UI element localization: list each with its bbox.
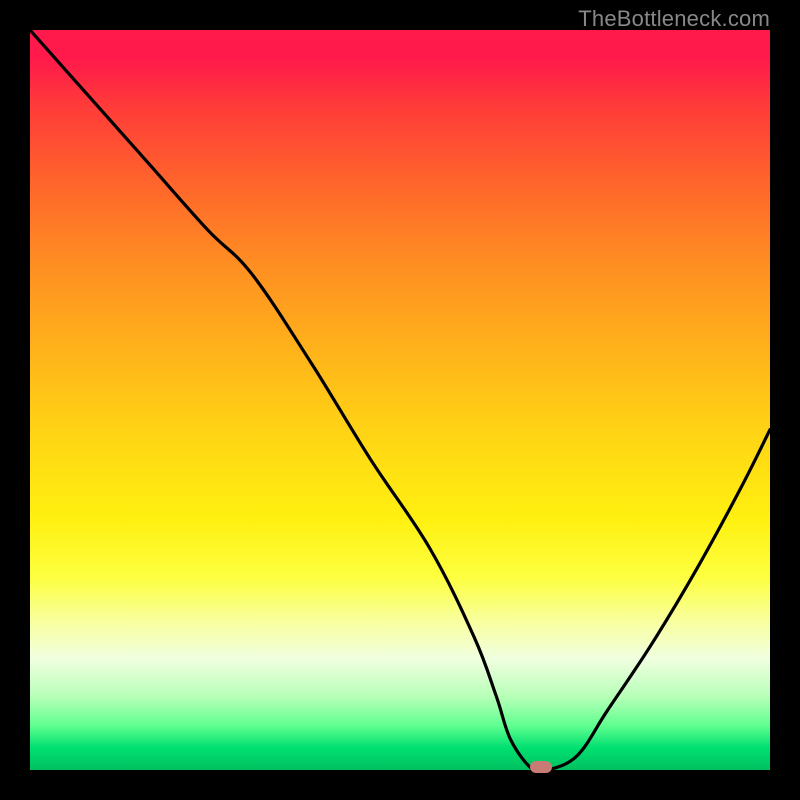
plot-area: [30, 30, 770, 770]
bottleneck-curve: [30, 30, 770, 770]
curve-path: [30, 30, 770, 770]
optimal-marker: [530, 761, 552, 773]
watermark-label: TheBottleneck.com: [578, 6, 770, 32]
chart-frame: TheBottleneck.com: [0, 0, 800, 800]
